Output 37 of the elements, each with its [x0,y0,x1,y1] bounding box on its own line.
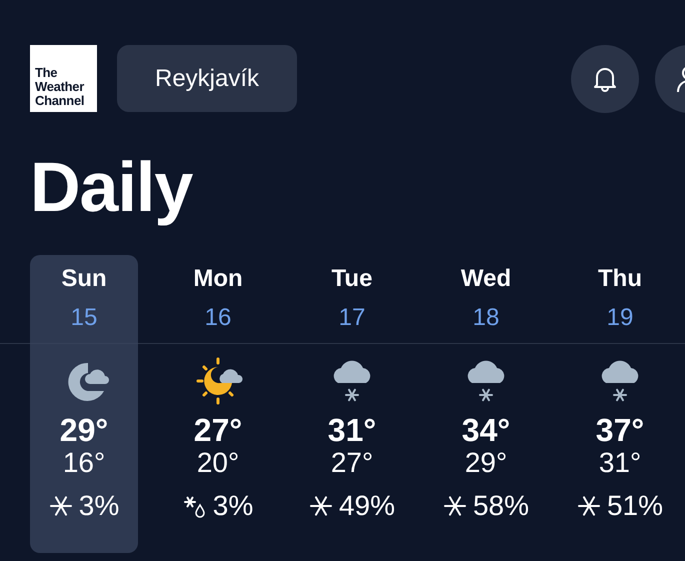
logo: The Weather Channel [30,45,97,112]
high-temperature: 34° [462,412,510,448]
snowflake-icon [48,494,73,518]
snowflake-icon [308,494,333,518]
precipitation-chance: 49% [338,490,396,522]
low-temperature: 31° [598,448,642,479]
day-name: Thu [598,265,642,294]
day-date: 18 [472,304,500,333]
day-column[interactable]: Thu 19 37° 31° 51% [566,255,674,553]
day-date: 17 [338,304,366,333]
low-temperature: 29° [464,448,508,479]
day-date: 15 [70,304,98,333]
location-button[interactable]: Reykjavík [117,45,297,112]
high-temperature: 27° [194,412,242,448]
low-temperature: 27° [330,448,374,479]
day-date: 19 [606,304,634,333]
day-name: Wed [460,265,512,294]
precipitation-chance: 51% [606,490,664,522]
low-temperature: 16° [62,448,106,479]
snowflake-icon [442,494,467,518]
precipitation-chance: 58% [472,490,530,522]
day-column[interactable]: Wed 18 34° 29° 58% [432,255,540,553]
snowflake-icon [576,494,601,518]
high-temperature: 37° [596,412,644,448]
day-name: Sun [61,265,107,294]
day-name: Mon [193,265,243,294]
day-column[interactable]: Sun 15 29° 16° 3% [30,255,138,553]
high-temperature: 31° [328,412,376,448]
low-temperature: 20° [196,448,240,479]
day-column[interactable]: Tue 17 31° 27° 49% [298,255,406,553]
day-column[interactable]: Mon 16 27° 20° 3% [164,255,272,553]
day-name: Tue [332,265,372,294]
snow-rain-icon [182,494,207,518]
day-date: 16 [204,304,232,333]
high-temperature: 29° [60,412,108,448]
precipitation-chance: 3% [212,490,254,522]
precipitation-chance: 3% [78,490,120,522]
